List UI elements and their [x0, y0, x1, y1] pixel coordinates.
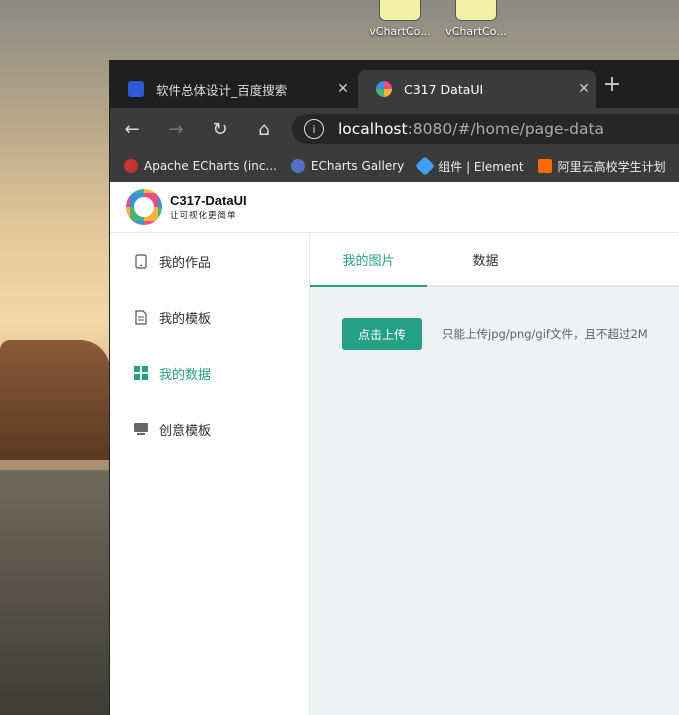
sidebar: 我的作品 我的模板 我的数据 创意模板: [110, 233, 310, 715]
main-content: 我的图片 数据 点击上传 只能上传jpg/png/gif文件，且不超过2M: [310, 233, 679, 715]
back-arrow-icon[interactable]: ←: [110, 119, 154, 140]
address-bar-row: ← → ↻ ⌂ i localhost:8080/#/home/page-dat…: [110, 108, 679, 150]
content-tabs: 我的图片 数据: [310, 233, 679, 287]
sidebar-item-my-templates[interactable]: 我的模板: [110, 289, 309, 345]
bookmark-echarts[interactable]: Apache ECharts (inc...: [124, 159, 277, 173]
file-icon: [455, 0, 497, 21]
bookmark-element[interactable]: 组件 | Element: [415, 156, 524, 176]
upload-row: 点击上传 只能上传jpg/png/gif文件，且不超过2M: [342, 318, 679, 350]
close-icon[interactable]: ✕: [572, 81, 596, 97]
wallpaper-rock: [0, 340, 110, 460]
document-icon: [134, 309, 148, 325]
c317-logo-icon: [376, 81, 392, 97]
wallpaper-water: [0, 470, 110, 715]
url-host: localhost: [338, 120, 408, 138]
monitor-icon: [134, 422, 148, 436]
browser-tab-baidu[interactable]: 软件总体设计_百度搜索 ✕: [110, 70, 355, 108]
bookmark-aliyun[interactable]: 阿里云高校学生计划: [537, 158, 666, 175]
bookmark-label: Apache ECharts (inc...: [144, 159, 277, 173]
forward-arrow-icon[interactable]: →: [154, 119, 198, 140]
close-icon[interactable]: ✕: [331, 81, 355, 97]
logo-ring-icon: [126, 189, 162, 225]
tab-bar: 软件总体设计_百度搜索 ✕ C317 DataUI ✕ +: [110, 60, 679, 108]
sidebar-item-label: 我的作品: [159, 255, 212, 271]
upload-button[interactable]: 点击上传: [342, 318, 422, 350]
logo-name: C317-DataUI: [170, 193, 247, 208]
sidebar-item-creative-templates[interactable]: 创意模板: [110, 401, 309, 457]
tab-my-images[interactable]: 我的图片: [310, 233, 427, 287]
echarts-icon: [124, 159, 138, 173]
bookmark-echarts-gallery[interactable]: ECharts Gallery: [290, 159, 405, 173]
sidebar-item-my-data[interactable]: 我的数据: [110, 345, 309, 401]
sidebar-item-my-works[interactable]: 我的作品: [110, 233, 309, 289]
bookmarks-bar: Apache ECharts (inc... ECharts Gallery 组…: [110, 150, 679, 183]
info-icon[interactable]: i: [304, 119, 324, 139]
home-icon[interactable]: ⌂: [242, 119, 286, 140]
logo-slogan: 让可视化更简单: [170, 211, 237, 221]
desktop-icon-label: vChartCo...: [445, 25, 507, 38]
element-icon: [415, 156, 436, 176]
bookmark-label: ECharts Gallery: [310, 159, 405, 173]
bookmark-label: 阿里云高校学生计划: [557, 159, 666, 174]
grid-icon: [134, 366, 148, 380]
desktop-icon-vchart-1[interactable]: vChartCo...: [364, 0, 436, 38]
browser-window: 软件总体设计_百度搜索 ✕ C317 DataUI ✕ + ← → ↻ ⌂ i …: [109, 60, 679, 715]
file-icon: [379, 0, 421, 21]
browser-tab-c317[interactable]: C317 DataUI ✕: [358, 70, 596, 108]
sidebar-item-label: 我的模板: [159, 311, 212, 327]
sidebar-item-label: 创意模板: [159, 423, 212, 439]
baidu-paw-icon: [128, 81, 144, 97]
gallery-icon: [290, 159, 305, 173]
tab-data[interactable]: 数据: [427, 233, 544, 285]
bookmark-label: 组件 | Element: [438, 159, 524, 174]
aliyun-icon: [537, 159, 552, 173]
app-page: C317-DataUI 让可视化更简单 我的作品 我的模板 我的数据 创意模板 …: [110, 182, 679, 715]
desktop-icon-vchart-2[interactable]: vChartCo...: [440, 0, 512, 38]
url-input[interactable]: i localhost:8080/#/home/page-data: [292, 114, 679, 144]
new-tab-button[interactable]: +: [600, 72, 624, 97]
url-path: :8080/#/home/page-data: [407, 120, 605, 138]
app-logo[interactable]: C317-DataUI 让可视化更简单: [126, 189, 247, 225]
tab-title: C317 DataUI: [404, 81, 484, 97]
refresh-icon[interactable]: ↻: [198, 119, 242, 140]
desktop-icon-label: vChartCo...: [369, 25, 431, 38]
app-header: C317-DataUI 让可视化更简单: [110, 182, 679, 233]
tab-title: 软件总体设计_百度搜索: [156, 82, 288, 98]
upload-tip: 只能上传jpg/png/gif文件，且不超过2M: [442, 327, 648, 341]
phone-icon: [134, 253, 148, 269]
sidebar-item-label: 我的数据: [159, 367, 212, 383]
